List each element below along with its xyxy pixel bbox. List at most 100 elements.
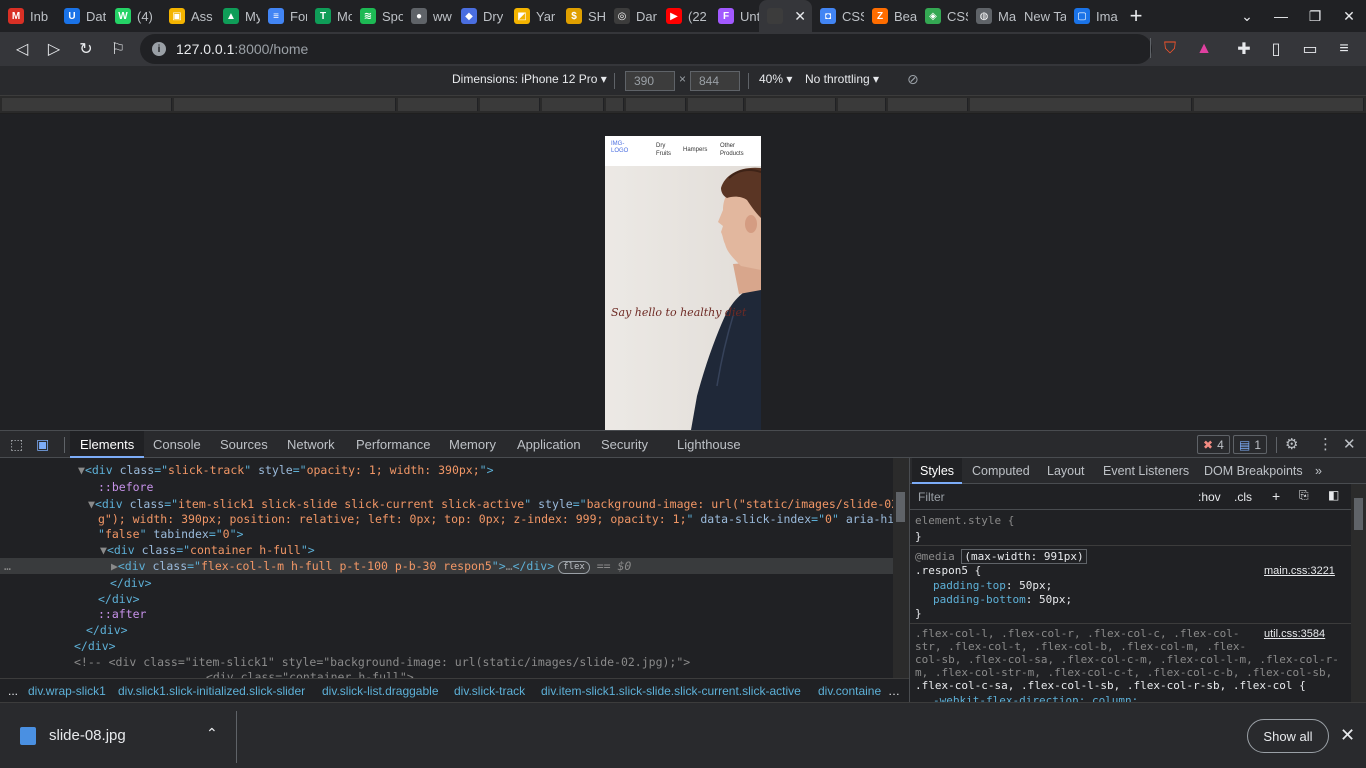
util-selector-line[interactable]: .flex-col-l, .flex-col-r, .flex-col-c, .… (915, 627, 1240, 640)
css-property-partial[interactable]: -webkit-flex-direction: column; (933, 694, 1138, 702)
dom-node[interactable]: g"); width: 390px; position: relative; l… (0, 511, 893, 527)
media-segment[interactable] (606, 98, 624, 111)
browser-tab[interactable]: ◩ Yar (506, 0, 558, 32)
browser-tab[interactable]: ≡ For (260, 0, 307, 32)
dom-comment[interactable]: <!-- <div class="item-slick1" style="bac… (0, 654, 893, 670)
close-window-icon[interactable]: ✕ (1332, 0, 1366, 32)
flex-badge[interactable]: flex (558, 561, 590, 574)
media-query[interactable]: (max-width: 991px) (961, 549, 1087, 564)
chevron-up-icon[interactable]: ⌃ (206, 725, 218, 742)
more-tabs-icon[interactable]: » (1315, 464, 1322, 478)
media-query-bar[interactable] (0, 96, 1366, 114)
media-segment[interactable] (2, 98, 172, 111)
media-segment[interactable] (970, 98, 1192, 111)
cls-toggle[interactable]: .cls (1234, 490, 1252, 504)
browser-tab[interactable]: Z Bea (864, 0, 917, 32)
browser-tab[interactable]: W (4) (107, 0, 161, 32)
rendering-icon[interactable]: ⎘ (1299, 488, 1309, 503)
tab-memory[interactable]: Memory (449, 437, 496, 452)
browser-tab[interactable]: ◎ Dar (606, 0, 658, 32)
restore-icon[interactable]: ❐ (1298, 0, 1332, 32)
tab-search-icon[interactable]: ⌄ (1230, 0, 1264, 32)
extensions-icon[interactable]: ✚ (1228, 33, 1260, 65)
bookmark-icon[interactable]: ⚐ (102, 33, 134, 65)
dom-node[interactable]: ▼<div class="slick-track" style="opacity… (0, 462, 893, 478)
message-count-badge[interactable]: ▤ 1 (1233, 435, 1268, 454)
browser-tab[interactable]: ▶ (22 (658, 0, 710, 32)
media-segment[interactable] (1194, 98, 1364, 111)
util-selector-line[interactable]: str, .flex-col-t, .flex-col-b, .flex-col… (915, 640, 1246, 653)
rotate-icon[interactable]: ⊘ (907, 71, 919, 88)
browser-tab[interactable]: T Mo (307, 0, 352, 32)
throttling-select[interactable]: No throttling ▾ (805, 72, 879, 86)
breadcrumb-item[interactable]: div.wrap-slick1 (28, 684, 106, 698)
show-all-button[interactable]: Show all (1247, 719, 1329, 753)
tab-elements[interactable]: Elements (70, 431, 145, 458)
close-download-bar-icon[interactable]: ✕ (1340, 725, 1355, 746)
browser-tab[interactable]: ✕ (759, 0, 812, 32)
width-input[interactable]: 390 (625, 71, 675, 91)
css-property[interactable]: padding-top (933, 579, 1006, 592)
browser-tab[interactable]: ◘ CSS (812, 0, 864, 32)
menu-icon[interactable]: ≡ (1328, 33, 1360, 65)
error-count-badge[interactable]: ✖ 4 (1197, 435, 1230, 454)
breadcrumb-overflow-icon[interactable]: … (888, 684, 900, 698)
tab-console[interactable]: Console (153, 437, 201, 452)
media-segment[interactable] (626, 98, 686, 111)
dom-node[interactable]: </div> (0, 638, 893, 654)
rule-source-link[interactable]: main.css:3221 (1264, 565, 1335, 577)
close-tab-icon[interactable]: ✕ (794, 8, 806, 25)
breadcrumb-more[interactable]: ... (8, 684, 18, 698)
browser-tab[interactable]: $ SH (558, 0, 606, 32)
breadcrumb-item[interactable]: div.containe (818, 684, 881, 698)
tab-application[interactable]: Application (517, 437, 581, 452)
toggle-sidebar-icon[interactable]: ◧ (1328, 488, 1339, 502)
media-segment[interactable] (688, 98, 744, 111)
breadcrumb-item[interactable]: div.slick1.slick-initialized.slick-slide… (118, 684, 305, 698)
scrollbar-thumb[interactable] (896, 492, 905, 522)
media-segment[interactable] (480, 98, 540, 111)
tab-layout[interactable]: Layout (1047, 464, 1085, 478)
tab-network[interactable]: Network (287, 437, 335, 452)
tab-performance[interactable]: Performance (356, 437, 430, 452)
dom-node[interactable]: ▼<div class="item-slick1 slick-slide sli… (0, 496, 893, 512)
css-value[interactable]: 50px; (1019, 579, 1052, 592)
browser-tab[interactable]: ▲ My (215, 0, 260, 32)
dom-node[interactable]: </div> (0, 591, 893, 607)
tab-sources[interactable]: Sources (220, 437, 268, 452)
browser-tab[interactable]: U Dat (56, 0, 107, 32)
sidebar-icon[interactable]: ▯ (1260, 33, 1292, 65)
nav-dry-fruits[interactable]: Dry Fruits (656, 142, 674, 158)
browser-tab[interactable]: ● ww (403, 0, 453, 32)
browser-tab[interactable]: F Unt (710, 0, 759, 32)
tab-styles[interactable]: Styles (912, 458, 963, 484)
browser-tab[interactable]: ≋ Spo (352, 0, 403, 32)
dom-node[interactable]: ::before (0, 479, 893, 495)
selected-dom-node[interactable]: … ▶<div class="flex-col-l-m h-full p-t-10… (0, 558, 893, 574)
util-selector-line[interactable]: col-sb, .flex-col-sa, .flex-col-c-m, .fl… (915, 653, 1339, 666)
css-property[interactable]: padding-bottom (933, 593, 1026, 606)
tab-dom-breakpoints[interactable]: DOM Breakpoints (1204, 464, 1303, 478)
nav-other-products[interactable]: Other Products (720, 142, 750, 158)
element-style-selector[interactable]: element.style { (915, 514, 1014, 527)
address-bar[interactable]: i 127.0.0.1:8000/home (140, 34, 1152, 64)
browser-tab[interactable]: ▢ Ima (1066, 0, 1120, 32)
browser-tab[interactable]: ◆ Dry (453, 0, 506, 32)
height-input[interactable]: 844 (690, 71, 740, 91)
dom-node[interactable]: </div> (0, 575, 893, 591)
dom-node[interactable]: </div> (0, 622, 893, 638)
new-tab-icon[interactable]: + (1120, 0, 1152, 32)
reload-icon[interactable]: ↻ (70, 33, 102, 65)
breadcrumb-item[interactable]: div.slick-list.draggable (322, 684, 439, 698)
media-segment[interactable] (398, 98, 478, 111)
css-value[interactable]: 50px; (1039, 593, 1072, 606)
zoom-select[interactable]: 40% ▾ (759, 72, 792, 86)
back-icon[interactable]: ◁ (6, 33, 38, 65)
util-selector-line[interactable]: m, .flex-col-str-m, .flex-col-c-t, .flex… (915, 666, 1332, 679)
device-dimensions-select[interactable]: Dimensions: iPhone 12 Pro ▾ (452, 72, 607, 86)
dom-node[interactable]: "false" tabindex="0"> (0, 526, 893, 542)
breadcrumb-item[interactable]: div.item-slick1.slick-slide.slick-curren… (541, 684, 801, 698)
new-rule-icon[interactable]: + (1272, 488, 1280, 504)
browser-tab[interactable]: ◍ Ma (968, 0, 1016, 32)
hov-toggle[interactable]: :hov (1198, 490, 1221, 504)
